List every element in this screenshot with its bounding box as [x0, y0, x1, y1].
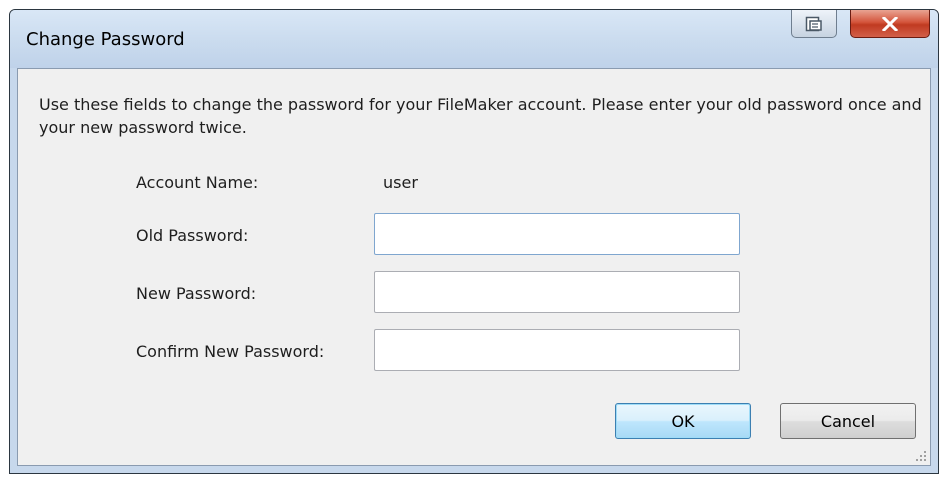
help-button[interactable] — [791, 10, 837, 38]
account-name-label: Account Name: — [136, 173, 259, 192]
instructions-text: Use these fields to change the password … — [39, 95, 922, 137]
new-password-field[interactable] — [374, 271, 740, 313]
resize-grip-icon[interactable] — [915, 450, 927, 462]
cancel-button[interactable]: Cancel — [780, 403, 916, 439]
window-title: Change Password — [26, 29, 185, 50]
new-password-label: New Password: — [136, 284, 257, 303]
confirm-password-label: Confirm New Password: — [136, 342, 325, 361]
ok-button[interactable]: OK — [615, 403, 751, 439]
old-password-label: Old Password: — [136, 226, 249, 245]
confirm-password-field[interactable] — [374, 329, 740, 371]
close-x-icon — [882, 16, 898, 31]
account-name-value: user — [383, 173, 418, 192]
dialog-body: Use these fields to change the password … — [17, 68, 931, 466]
title-bar[interactable]: Change Password — [10, 10, 938, 68]
close-button[interactable] — [850, 10, 930, 38]
context-help-icon — [805, 16, 822, 31]
change-password-window: Change Password Use these fields to chan… — [9, 9, 939, 474]
old-password-field[interactable] — [374, 213, 740, 255]
